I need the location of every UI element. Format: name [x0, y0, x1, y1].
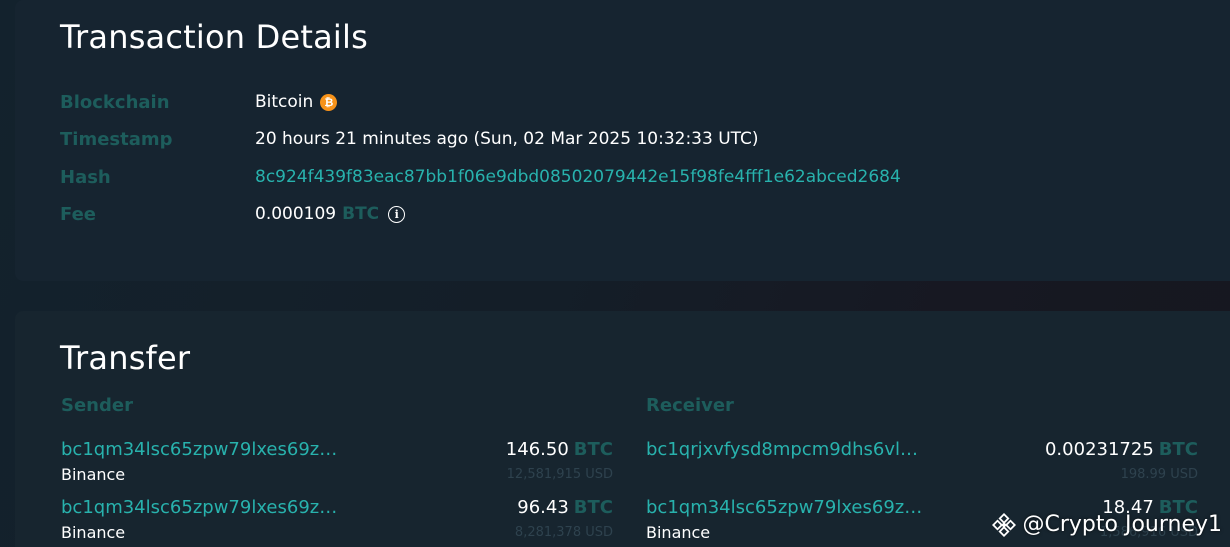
blockchain-name: Bitcoin [255, 92, 314, 112]
sender-amount-unit: BTC [573, 497, 613, 518]
sender-amount-unit: BTC [573, 439, 613, 460]
hash-row: Hash 8c924f439f83eac87bb1f06e9dbd0850207… [60, 165, 901, 189]
sender-address-link[interactable]: bc1qm34lsc65zpw79lxes69z… [61, 439, 337, 460]
blockchain-value: Bitcoin ₿ [255, 92, 338, 112]
timestamp-label: Timestamp [60, 128, 173, 150]
info-icon[interactable]: i [388, 205, 406, 223]
receiver-amount-unit: BTC [1158, 439, 1198, 460]
receiver-entry: bc1qrjxvfysd8mpcm9dhs6vl… 0.00231725 BTC … [646, 439, 1198, 489]
sender-amount: 146.50 BTC [506, 439, 613, 460]
hash-label: Hash [60, 166, 111, 188]
watermark-text: @Crypto Journey1 [1022, 512, 1222, 537]
receiver-heading: Receiver [646, 395, 734, 416]
page: Transaction Details Blockchain Bitcoin ₿… [0, 0, 1230, 547]
sender-usd-value: 8,281,378 USD [514, 525, 613, 540]
sender-amount-value: 146.50 [505, 439, 569, 460]
fee-value: 0.000109 BTC i [255, 204, 406, 224]
sender-amount: 96.43 BTC [517, 497, 613, 518]
binance-logo-icon [992, 512, 1017, 537]
details-title: Transaction Details [60, 18, 368, 56]
sender-amount-value: 96.43 [517, 497, 569, 518]
receiver-owner: Binance [646, 523, 711, 542]
receiver-amount: 0.00231725 BTC [1045, 439, 1198, 460]
transaction-details-card: Transaction Details Blockchain Bitcoin ₿… [15, 0, 1230, 281]
sender-owner: Binance [61, 465, 126, 484]
sender-address-link[interactable]: bc1qm34lsc65zpw79lxes69z… [61, 497, 337, 518]
fee-row: Fee 0.000109 BTC i [60, 202, 406, 226]
timestamp-row: Timestamp 20 hours 21 minutes ago (Sun, … [60, 127, 759, 151]
sender-usd-value: 12,581,915 USD [506, 467, 613, 482]
watermark: @Crypto Journey1 [992, 512, 1222, 537]
timestamp-value: 20 hours 21 minutes ago (Sun, 02 Mar 202… [255, 129, 759, 149]
bitcoin-icon: ₿ [320, 93, 338, 111]
sender-owner: Binance [61, 523, 126, 542]
fee-label: Fee [60, 203, 96, 225]
sender-entry: bc1qm34lsc65zpw79lxes69z… Binance 146.50… [61, 439, 613, 489]
blockchain-row: Blockchain Bitcoin ₿ [60, 90, 338, 114]
fee-unit: BTC [342, 204, 380, 224]
transfer-title: Transfer [60, 339, 191, 377]
blockchain-label: Blockchain [60, 91, 170, 113]
sender-entry: bc1qm34lsc65zpw79lxes69z… Binance 96.43 B… [61, 497, 613, 547]
fee-amount: 0.000109 [255, 204, 337, 224]
receiver-address-link[interactable]: bc1qrjxvfysd8mpcm9dhs6vl… [646, 439, 918, 460]
receiver-amount-value: 0.00231725 [1044, 439, 1154, 460]
hash-link[interactable]: 8c924f439f83eac87bb1f06e9dbd08502079442e… [255, 167, 901, 187]
receiver-usd-value: 198.99 USD [1120, 467, 1198, 482]
receiver-address-link[interactable]: bc1qm34lsc65zpw79lxes69z… [646, 497, 922, 518]
sender-heading: Sender [61, 395, 133, 416]
